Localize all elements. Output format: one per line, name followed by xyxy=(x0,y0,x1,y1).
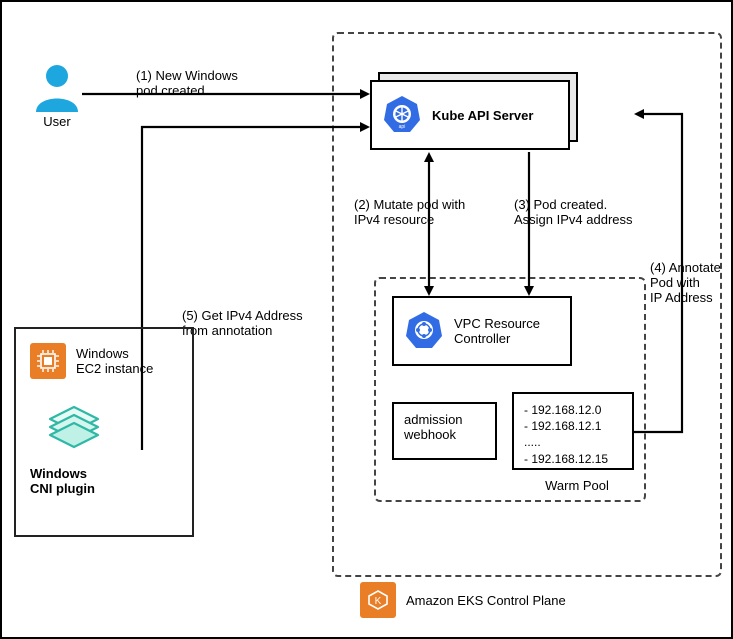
step1-label: (1) New Windows pod created xyxy=(136,68,296,98)
step4-label: (4) Annotate Pod with IP Address xyxy=(650,260,730,305)
vpc-resource-controller-box: VPC Resource Controller xyxy=(392,296,572,366)
windows-ec2-instance-box: Windows EC2 instance Windows CNI plugin xyxy=(14,327,194,537)
eks-icon: K xyxy=(360,582,396,618)
warm-pool-label: Warm Pool xyxy=(532,478,622,493)
svg-text:K: K xyxy=(375,596,382,607)
eks-footer: K Amazon EKS Control Plane xyxy=(360,582,566,618)
cni-label: Windows CNI plugin xyxy=(30,466,178,496)
step2-label: (2) Mutate pod with IPv4 resource xyxy=(354,197,504,227)
ec2-label: Windows EC2 instance xyxy=(76,346,153,376)
admission-webhook-box: admission webhook xyxy=(392,402,497,460)
ec2-header: Windows EC2 instance xyxy=(30,343,178,379)
ec2-icon xyxy=(30,343,66,379)
diagram-canvas: User api Kube API Server (1) New Windows… xyxy=(0,0,733,639)
kubernetes-api-icon: api xyxy=(382,94,422,137)
step5-label: (5) Get IPv4 Address from annotation xyxy=(182,308,332,338)
eks-label: Amazon EKS Control Plane xyxy=(406,593,566,608)
user-label: User xyxy=(20,114,94,129)
warm-pool-item: - 192.168.12.0 xyxy=(524,402,622,418)
warm-pool-box: - 192.168.12.0 - 192.168.12.1 ..... - 19… xyxy=(512,392,634,470)
vpc-controller-label: VPC Resource Controller xyxy=(454,316,540,346)
svg-text:api: api xyxy=(399,124,406,130)
kube-api-label: Kube API Server xyxy=(432,108,533,123)
cni-icon xyxy=(48,405,178,452)
admission-webhook-label: admission webhook xyxy=(404,412,463,442)
kube-api-server-box: api Kube API Server xyxy=(370,80,570,150)
warm-pool-item: - 192.168.12.1 xyxy=(524,418,622,434)
warm-pool-item: - 192.168.12.15 xyxy=(524,451,622,467)
warm-pool-ellipsis: ..... xyxy=(524,434,622,450)
kubernetes-controller-icon xyxy=(404,310,444,353)
user-icon xyxy=(32,64,82,115)
